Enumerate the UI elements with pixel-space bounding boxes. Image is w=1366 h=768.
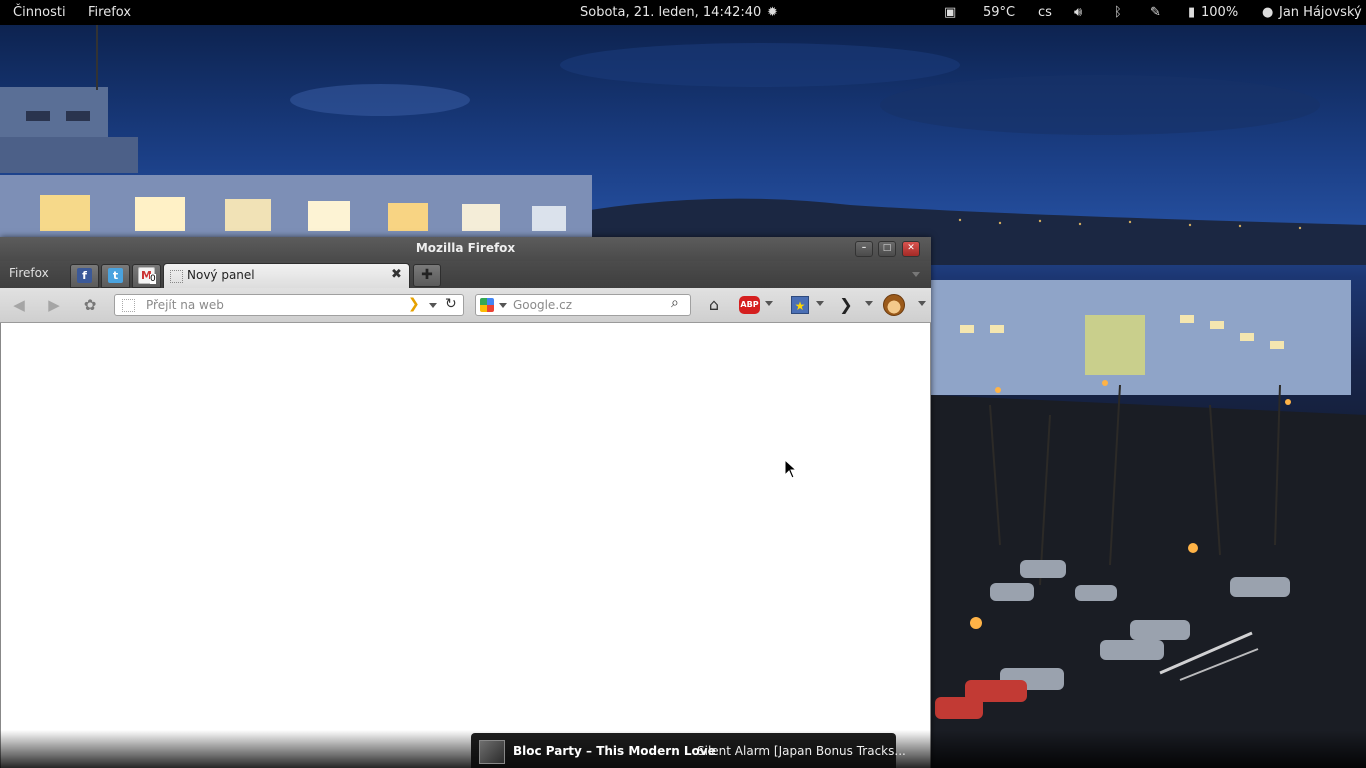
notification-body: Silent Alarm [Japan Bonus Tracks... <box>697 744 906 758</box>
google-engine-icon[interactable] <box>480 298 494 312</box>
home-button[interactable]: ⌂ <box>703 294 725 316</box>
chevron-right-icon[interactable]: ❯ <box>838 294 854 316</box>
search-bar: ⌕ <box>475 294 691 316</box>
window-titlebar[interactable]: Mozilla Firefox – □ ✕ <box>0 237 931 261</box>
gmail-unread-count: 0 <box>150 274 156 284</box>
tab-bar: Firefox f t M 0 Nový panel ✖ ✚ <box>0 261 931 289</box>
minimize-button[interactable]: – <box>855 241 873 257</box>
greasemonkey-dropdown-icon[interactable] <box>918 301 926 306</box>
tab-new-tab[interactable]: Nový panel ✖ <box>163 263 410 289</box>
back-button[interactable]: ◀ <box>9 296 29 314</box>
firefox-window: Mozilla Firefox – □ ✕ Firefox f t M 0 No… <box>0 237 931 768</box>
pinned-tab-gmail[interactable]: M 0 <box>132 264 161 288</box>
facebook-icon: f <box>77 268 92 283</box>
temperature-indicator[interactable]: 59°C <box>983 0 1015 25</box>
firefox-menu-button[interactable]: Firefox <box>9 261 49 285</box>
go-arrow-icon[interactable]: ❯ <box>408 296 420 312</box>
window-title: Mozilla Firefox <box>415 241 516 255</box>
site-identity-icon[interactable] <box>122 299 135 312</box>
bookmarks-dropdown-icon[interactable] <box>816 301 824 306</box>
navigation-toolbar: ◀ ▶ ✿ ❯ ↻ ⌕ ⌂ ABP ★ ❯ <box>0 288 931 323</box>
twitter-icon: t <box>108 268 123 283</box>
pen-icon[interactable]: ✎ <box>1150 0 1161 25</box>
keyboard-screen-icon[interactable]: ▣ <box>944 0 956 25</box>
album-art-icon <box>479 740 505 764</box>
pinned-tab-twitter[interactable]: t <box>101 264 130 288</box>
battery-percentage[interactable]: 100% <box>1201 0 1238 25</box>
forward-button[interactable]: ▶ <box>44 296 64 314</box>
weather-icon[interactable]: ✹ <box>767 0 778 25</box>
reload-icon[interactable]: ↻ <box>445 296 457 312</box>
close-button[interactable]: ✕ <box>902 241 920 257</box>
adblock-dropdown-icon[interactable] <box>765 301 773 306</box>
greasemonkey-icon[interactable] <box>883 294 905 316</box>
notification-title: Bloc Party – This Modern Love <box>513 744 716 758</box>
top-panel: Činnosti Firefox Sobota, 21. leden, 14:4… <box>0 0 1366 25</box>
search-engine-dropdown-icon[interactable] <box>499 303 507 308</box>
clock[interactable]: Sobota, 21. leden, 14:42:40 <box>580 0 761 25</box>
user-status-icon[interactable]: ● <box>1262 0 1273 25</box>
app-menu[interactable]: Firefox <box>88 0 131 25</box>
volume-icon[interactable]: 🔊︎ <box>1074 0 1082 25</box>
bluetooth-icon[interactable]: ᛒ <box>1114 0 1122 25</box>
maximize-button[interactable]: □ <box>878 241 896 257</box>
url-input[interactable] <box>146 297 401 313</box>
identity-icon[interactable]: ✿ <box>80 296 100 314</box>
mouse-cursor-icon <box>784 459 798 479</box>
new-tab-button[interactable]: ✚ <box>413 264 441 287</box>
url-history-dropdown-icon[interactable] <box>429 303 437 308</box>
pinned-tab-facebook[interactable]: f <box>70 264 99 288</box>
url-bar: ❯ ↻ <box>114 294 464 316</box>
bookmarks-button[interactable]: ★ <box>791 296 809 314</box>
adblock-plus-button[interactable]: ABP <box>739 296 760 314</box>
user-menu[interactable]: Jan Hájovský <box>1279 0 1362 25</box>
music-notification[interactable]: Bloc Party – This Modern Love Silent Ala… <box>471 733 906 768</box>
battery-icon[interactable]: ▮ <box>1188 0 1195 25</box>
blank-page-icon <box>170 270 183 283</box>
search-input[interactable] <box>513 297 663 313</box>
keyboard-layout-indicator[interactable]: cs <box>1038 0 1052 25</box>
tab-title: Nový panel <box>187 268 255 282</box>
list-all-tabs-icon[interactable] <box>912 272 920 277</box>
chevron-dropdown-icon[interactable] <box>865 301 873 306</box>
activities-button[interactable]: Činnosti <box>13 0 66 25</box>
tab-close-icon[interactable]: ✖ <box>391 267 402 282</box>
page-content-area[interactable] <box>0 323 931 768</box>
search-icon[interactable]: ⌕ <box>671 295 679 311</box>
